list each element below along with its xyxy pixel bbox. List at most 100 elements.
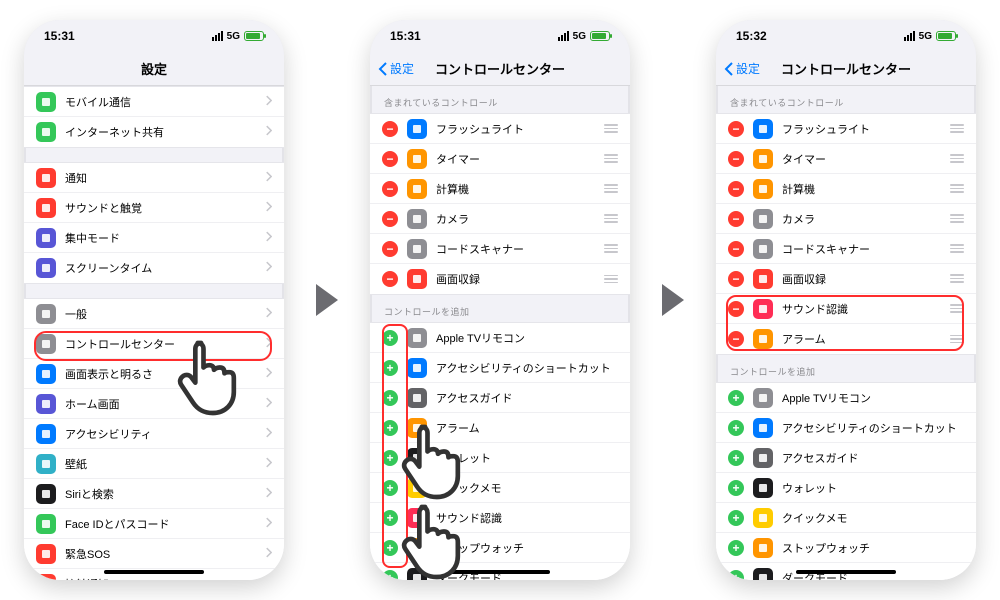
remove-button[interactable]: − [382, 271, 398, 287]
drag-handle-icon[interactable] [948, 274, 964, 283]
chevron-right-icon [265, 171, 272, 185]
add-button[interactable]: + [382, 540, 398, 556]
add-button[interactable]: + [728, 540, 744, 556]
step-arrow-icon [306, 279, 348, 321]
add-control-row[interactable]: +アクセシビリティのショートカット [370, 353, 630, 383]
included-control-row[interactable]: −タイマー [370, 144, 630, 174]
remove-button[interactable]: − [728, 301, 744, 317]
app-icon [407, 568, 427, 581]
settings-row[interactable]: 画面表示と明るさ [24, 359, 284, 389]
remove-button[interactable]: − [728, 151, 744, 167]
remove-button[interactable]: − [728, 181, 744, 197]
add-button[interactable]: + [728, 450, 744, 466]
drag-handle-icon[interactable] [602, 184, 618, 193]
add-control-row[interactable]: +ストップウォッチ [370, 533, 630, 563]
drag-handle-icon[interactable] [948, 124, 964, 133]
add-control-row[interactable]: +クイックメモ [370, 473, 630, 503]
add-button[interactable]: + [382, 420, 398, 436]
settings-row[interactable]: 壁紙 [24, 449, 284, 479]
drag-handle-icon[interactable] [602, 214, 618, 223]
settings-row[interactable]: Siriと検索 [24, 479, 284, 509]
included-control-row[interactable]: −タイマー [716, 144, 976, 174]
drag-handle-icon[interactable] [602, 275, 618, 284]
settings-row[interactable]: Face IDとパスコード [24, 509, 284, 539]
add-button[interactable]: + [382, 510, 398, 526]
row-label: アクセスガイド [436, 390, 618, 406]
drag-handle-icon[interactable] [948, 184, 964, 193]
nav-bar: 設定 コントロールセンター [370, 52, 630, 86]
add-button[interactable]: + [382, 570, 398, 581]
add-control-row[interactable]: +アクセスガイド [716, 443, 976, 473]
add-button[interactable]: + [382, 480, 398, 496]
drag-handle-icon[interactable] [948, 244, 964, 253]
included-control-row[interactable]: −計算機 [716, 174, 976, 204]
add-control-row[interactable]: +サウンド認識 [370, 503, 630, 533]
add-button[interactable]: + [728, 390, 744, 406]
drag-handle-icon[interactable] [948, 214, 964, 223]
included-control-row[interactable]: −コードスキャナー [716, 234, 976, 264]
included-control-row[interactable]: −コードスキャナー [370, 234, 630, 264]
add-button[interactable]: + [728, 420, 744, 436]
included-control-row[interactable]: −フラッシュライト [370, 114, 630, 144]
app-icon [36, 122, 56, 142]
remove-button[interactable]: − [728, 331, 744, 347]
signal-icon [904, 31, 915, 41]
app-icon [407, 478, 427, 498]
list-group: 通知サウンドと触覚集中モードスクリーンタイム [24, 162, 284, 284]
add-button[interactable]: + [382, 450, 398, 466]
add-button[interactable]: + [728, 570, 744, 581]
drag-handle-icon[interactable] [948, 304, 964, 313]
add-control-row[interactable]: +ウォレット [370, 443, 630, 473]
add-control-row[interactable]: +ストップウォッチ [716, 533, 976, 563]
included-control-row[interactable]: −画面収録 [370, 264, 630, 294]
add-button[interactable]: + [728, 480, 744, 496]
add-control-row[interactable]: +アクセシビリティのショートカット [716, 413, 976, 443]
settings-row[interactable]: 一般 [24, 299, 284, 329]
add-control-row[interactable]: +クイックメモ [716, 503, 976, 533]
section-header: コントロールを追加 [716, 355, 976, 382]
settings-row[interactable]: モバイル通信 [24, 87, 284, 117]
add-control-row[interactable]: + アクセスガイド [370, 383, 630, 413]
remove-button[interactable]: − [382, 121, 398, 137]
settings-row[interactable]: インターネット共有 [24, 117, 284, 147]
remove-button[interactable]: − [728, 211, 744, 227]
drag-handle-icon[interactable] [948, 154, 964, 163]
settings-row[interactable]: 緊急SOS [24, 539, 284, 569]
add-button[interactable]: + [382, 330, 398, 346]
included-control-row[interactable]: −画面収録 [716, 264, 976, 294]
back-button[interactable]: 設定 [724, 52, 760, 85]
settings-row[interactable]: スクリーンタイム [24, 253, 284, 283]
settings-row[interactable]: コントロールセンター [24, 329, 284, 359]
add-control-row[interactable]: +ウォレット [716, 473, 976, 503]
add-button[interactable]: + [382, 390, 398, 406]
remove-button[interactable]: − [382, 241, 398, 257]
drag-handle-icon[interactable] [948, 335, 964, 344]
remove-button[interactable]: − [728, 121, 744, 137]
settings-row[interactable]: サウンドと触覚 [24, 193, 284, 223]
add-button[interactable]: + [382, 360, 398, 376]
included-control-row[interactable]: −計算機 [370, 174, 630, 204]
drag-handle-icon[interactable] [602, 154, 618, 163]
add-control-row[interactable]: +Apple TVリモコン [370, 323, 630, 353]
settings-row[interactable]: アクセシビリティ [24, 419, 284, 449]
settings-row[interactable]: ホーム画面 [24, 389, 284, 419]
remove-button[interactable]: − [728, 241, 744, 257]
remove-button[interactable]: − [382, 181, 398, 197]
add-button[interactable]: + [728, 510, 744, 526]
drag-handle-icon[interactable] [602, 124, 618, 133]
add-control-row[interactable]: +Apple TVリモコン [716, 383, 976, 413]
page-title: コントロールセンター [781, 59, 911, 78]
included-control-row[interactable]: −カメラ [716, 204, 976, 234]
remove-button[interactable]: − [382, 151, 398, 167]
settings-row[interactable]: 通知 [24, 163, 284, 193]
remove-button[interactable]: − [382, 211, 398, 227]
included-control-row[interactable]: −アラーム [716, 324, 976, 354]
included-control-row[interactable]: −カメラ [370, 204, 630, 234]
included-control-row[interactable]: −サウンド認識 [716, 294, 976, 324]
add-control-row[interactable]: +アラーム [370, 413, 630, 443]
settings-row[interactable]: 集中モード [24, 223, 284, 253]
back-button[interactable]: 設定 [378, 52, 414, 85]
remove-button[interactable]: − [728, 271, 744, 287]
included-control-row[interactable]: −フラッシュライト [716, 114, 976, 144]
drag-handle-icon[interactable] [602, 244, 618, 253]
